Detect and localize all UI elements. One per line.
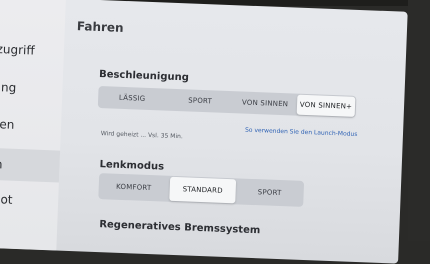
settings-panel: Fahren Beschleunigung LÄSSIG SPORT VON S… bbox=[56, 0, 407, 264]
steering-selector: KOMFORT STANDARD SPORT bbox=[98, 173, 305, 207]
steering-option-sport[interactable]: SPORT bbox=[236, 178, 303, 207]
steering-heading: Lenkmodus bbox=[99, 159, 165, 173]
acceleration-option-sport[interactable]: SPORT bbox=[166, 89, 235, 114]
settings-sidebar: llzugriff rung nten en pilot bbox=[0, 0, 66, 251]
sidebar-item-label: rung bbox=[0, 79, 17, 95]
regen-braking-heading: Regeneratives Bremssystem bbox=[99, 219, 261, 237]
touchscreen: llzugriff rung nten en pilot Fahren Besc… bbox=[0, 0, 408, 264]
acceleration-option-von-sinnen[interactable]: VON SINNEN bbox=[234, 91, 297, 115]
acceleration-option-von-sinnen-plus[interactable]: VON SINNEN+ bbox=[296, 94, 356, 117]
sidebar-item-beleuchtung[interactable]: rung bbox=[0, 80, 63, 101]
acceleration-heading: Beschleunigung bbox=[98, 69, 190, 84]
acceleration-selector: LÄSSIG SPORT VON SINNEN VON SINNEN+ bbox=[97, 86, 357, 118]
sidebar-item-autopilot[interactable]: pilot bbox=[0, 192, 58, 213]
acceleration-option-laessig[interactable]: LÄSSIG bbox=[98, 86, 167, 111]
sidebar-item-fahren[interactable]: en bbox=[0, 147, 61, 183]
sidebar-item-label: en bbox=[0, 156, 3, 172]
sidebar-item-komponenten[interactable]: nten bbox=[0, 117, 61, 138]
page-title: Fahren bbox=[76, 19, 124, 35]
steering-option-standard[interactable]: STANDARD bbox=[169, 176, 237, 204]
sidebar-item-label: nten bbox=[0, 116, 15, 132]
sidebar-item-zugriff[interactable]: llzugriff bbox=[0, 42, 64, 63]
launch-mode-link[interactable]: So verwenden Sie den Launch-Modus bbox=[245, 127, 358, 138]
steering-option-komfort[interactable]: KOMFORT bbox=[98, 173, 169, 202]
screen-bezel-right bbox=[408, 0, 430, 241]
sidebar-item-label: pilot bbox=[0, 191, 13, 207]
sidebar-item-label: llzugriff bbox=[0, 41, 35, 58]
preheat-status: Wird geheizt ... Vsl. 35 Min. bbox=[100, 130, 183, 141]
